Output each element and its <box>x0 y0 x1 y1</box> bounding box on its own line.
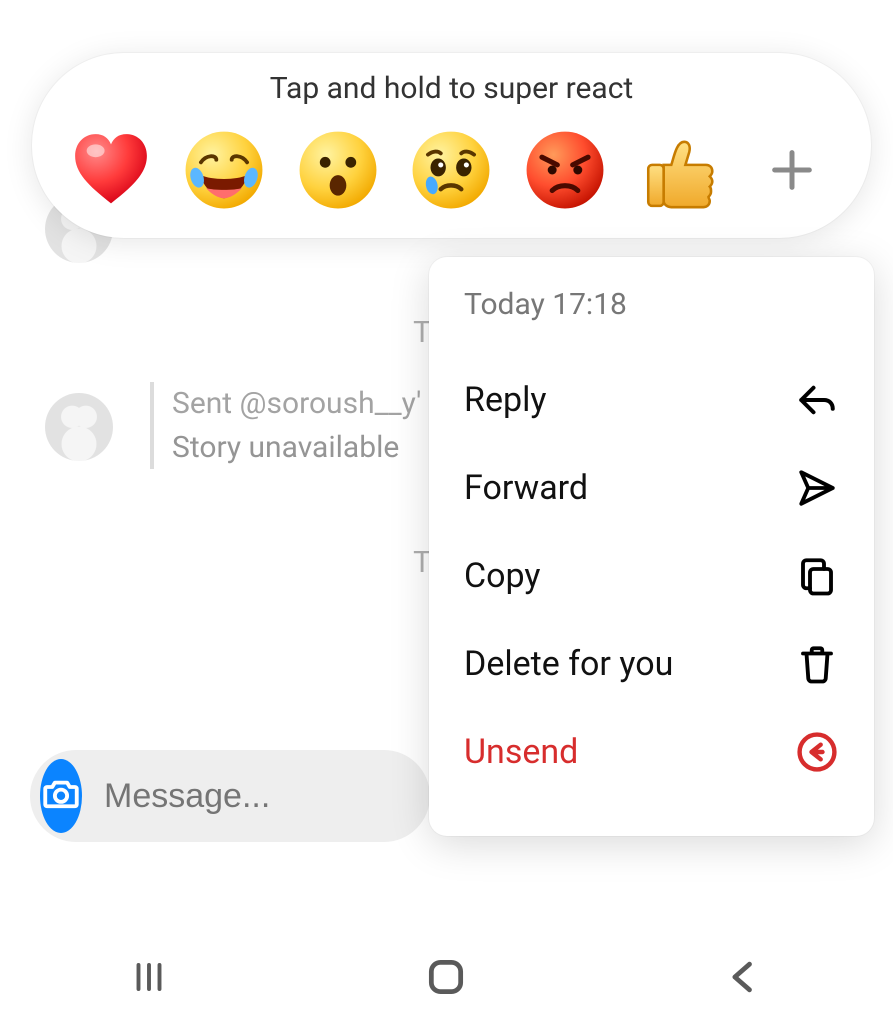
menu-item-label: Unsend <box>464 732 578 772</box>
menu-item-unsend[interactable]: Unsend <box>464 708 839 796</box>
nav-recents-button[interactable] <box>89 954 209 1004</box>
reply-arrow-icon <box>795 378 839 422</box>
reaction-open-mouth[interactable] <box>290 124 385 219</box>
chat-screen: Toda Sent @soroush__y' Story unavailable… <box>0 0 893 1024</box>
copy-icon <box>795 554 839 598</box>
home-icon <box>424 955 468 1003</box>
menu-item-label: Delete for you <box>464 644 673 684</box>
camera-icon <box>40 773 82 819</box>
menu-item-label: Copy <box>464 556 541 596</box>
open-mouth-face-icon <box>297 129 379 215</box>
avatar <box>45 393 113 461</box>
paper-plane-icon <box>795 466 839 510</box>
menu-item-label: Reply <box>464 380 546 420</box>
reaction-hint-text: Tap and hold to super react <box>32 71 871 106</box>
android-nav-bar <box>0 934 893 1024</box>
menu-item-forward[interactable]: Forward <box>464 444 839 532</box>
crying-face-icon <box>410 129 492 215</box>
story-unavailable-label: Story unavailable <box>172 426 421 470</box>
message-input-bar <box>30 750 430 842</box>
reaction-joy[interactable] <box>177 124 272 219</box>
story-share-caption: Sent @soroush__y' <box>172 382 421 426</box>
reaction-picker: Tap and hold to super react <box>32 53 871 238</box>
thumbs-up-icon <box>638 129 720 215</box>
menu-item-label: Forward <box>464 468 588 508</box>
reaction-add-more[interactable] <box>745 124 840 219</box>
angry-face-icon <box>524 129 606 215</box>
camera-button[interactable] <box>40 759 82 833</box>
menu-item-delete-for-you[interactable]: Delete for you <box>464 620 839 708</box>
unsend-icon <box>795 730 839 774</box>
back-chevron-icon <box>722 955 766 1003</box>
context-menu-timestamp: Today 17:18 <box>464 287 839 322</box>
reaction-pleading-cry[interactable] <box>404 124 499 219</box>
plus-icon <box>766 144 818 200</box>
reaction-thumbs-up[interactable] <box>631 124 726 219</box>
menu-item-copy[interactable]: Copy <box>464 532 839 620</box>
message-context-menu: Today 17:18 Reply Forward Copy <box>429 257 874 836</box>
joy-face-icon <box>183 129 265 215</box>
heart-icon <box>70 129 152 215</box>
trash-icon <box>795 642 839 686</box>
reaction-angry[interactable] <box>518 124 613 219</box>
reaction-row <box>32 124 871 219</box>
story-share-message[interactable]: Sent @soroush__y' Story unavailable <box>150 382 421 469</box>
nav-back-button[interactable] <box>684 954 804 1004</box>
nav-home-button[interactable] <box>386 954 506 1004</box>
menu-item-reply[interactable]: Reply <box>464 356 839 444</box>
recents-icon <box>131 959 167 999</box>
reaction-heart[interactable] <box>63 124 158 219</box>
